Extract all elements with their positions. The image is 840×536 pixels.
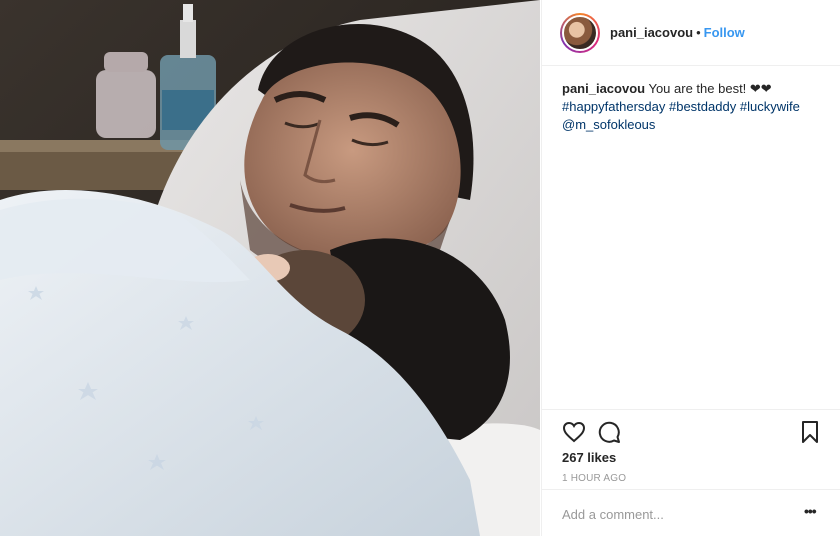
header-text: pani_iacovou • Follow: [610, 25, 745, 40]
post-sidebar: pani_iacovou • Follow pani_iacovou You are…: [541, 0, 840, 536]
username-link[interactable]: pani_iacovou: [610, 25, 693, 40]
hashtag-link[interactable]: #luckywife: [740, 99, 800, 114]
separator-dot: •: [696, 25, 701, 40]
hashtag-link[interactable]: #bestdaddy: [669, 99, 736, 114]
bookmark-icon[interactable]: [798, 420, 822, 444]
post-caption: pani_iacovou You are the best! ❤❤ #happy…: [562, 80, 832, 134]
post-photo[interactable]: [0, 0, 540, 536]
avatar[interactable]: [560, 13, 600, 53]
hashtag-link[interactable]: #happyfathersday: [562, 99, 665, 114]
mention-link[interactable]: @m_sofokleous: [562, 117, 655, 132]
comment-icon[interactable]: [597, 420, 621, 444]
avatar-image: [562, 15, 598, 51]
follow-button[interactable]: Follow: [704, 25, 745, 40]
comment-input[interactable]: [562, 505, 792, 523]
action-bar: [542, 409, 840, 449]
post-header: pani_iacovou • Follow: [542, 0, 840, 66]
photo-image: [0, 0, 540, 536]
caption-text: You are the best! ❤❤: [648, 81, 772, 96]
add-comment-section: •••: [542, 489, 840, 536]
more-options-icon[interactable]: •••: [804, 503, 817, 519]
timestamp[interactable]: 1 HOUR AGO: [562, 473, 626, 484]
heart-icon[interactable]: [562, 420, 586, 444]
like-count[interactable]: 267 likes: [562, 450, 616, 465]
caption-username[interactable]: pani_iacovou: [562, 81, 645, 96]
